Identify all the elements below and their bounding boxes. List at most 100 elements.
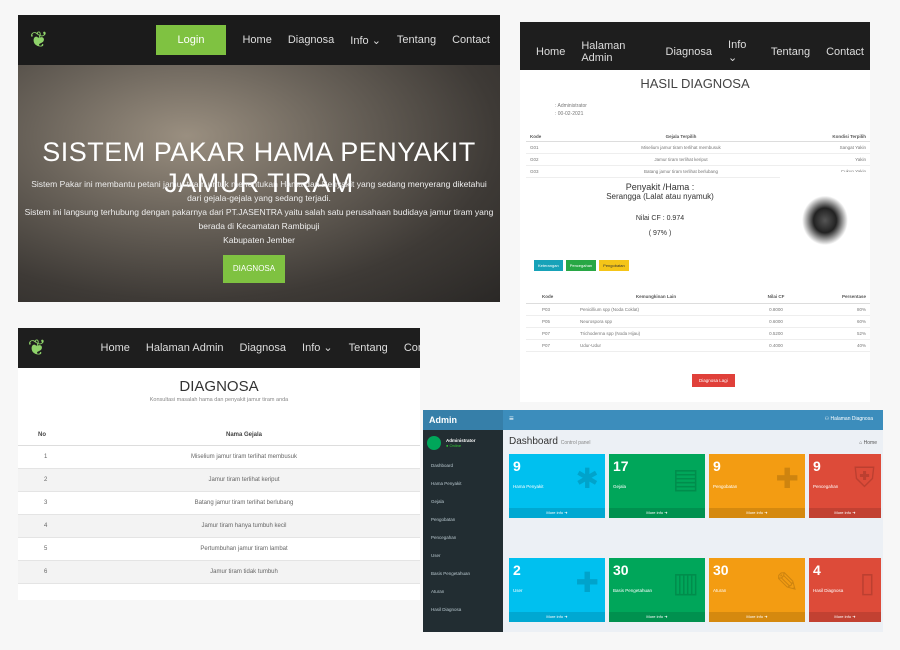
diagnosa-nav-links: Home Halaman Admin Diagnosa Info ⌄ Tenta…: [85, 341, 420, 355]
result-title: HASIL DIAGNOSA: [640, 76, 750, 91]
more-info-link[interactable]: More info ➜: [609, 508, 705, 518]
more-info-link[interactable]: More info ➜: [509, 508, 605, 518]
diagnosa-button[interactable]: DIAGNOSA: [223, 255, 285, 283]
landing-navbar: ❦ Login Home Diagnosa Info ⌄ Tentang Con…: [18, 15, 500, 65]
sidebar-item-basis-pengetahuan[interactable]: Basis Pengetahuan: [423, 564, 503, 582]
diagnosa-panel: ❦ Home Halaman Admin Diagnosa Info ⌄ Ten…: [18, 328, 420, 600]
nav-admin[interactable]: Halaman Admin: [581, 40, 649, 64]
hero-line-3: Kabupaten Jember: [223, 235, 295, 245]
col-kode: Kode: [530, 134, 542, 139]
nav-diagnosa[interactable]: Diagnosa: [666, 46, 712, 58]
box-count: 30: [713, 562, 729, 578]
nav-home[interactable]: Home: [536, 46, 565, 58]
leaf-logo-icon: ❦: [29, 27, 49, 52]
result-meta: : Administrator : 00-02-2021: [555, 102, 587, 118]
more-info-link[interactable]: More info ➜: [609, 612, 705, 622]
box-icon: ⛨: [853, 462, 875, 493]
sidebar-item-hasil-diagnosa[interactable]: Hasil Diagnosa: [423, 600, 503, 618]
login-button[interactable]: Login: [155, 25, 227, 55]
admin-sidebar: Administrator ● Online Dashboard Hama Pe…: [423, 430, 503, 632]
tab-pencegahan[interactable]: Pencegahan: [565, 260, 597, 271]
table-row[interactable]: 4 Jamur tiram hanya tumbuh kecil: [18, 515, 420, 538]
more-info-link[interactable]: More info ➜: [509, 612, 605, 622]
hero-line-2: Sistem ini langsung terhubung dengan pak…: [24, 207, 494, 231]
online-status: ● Online: [446, 443, 462, 448]
sidebar-item-gejala[interactable]: Gejala: [423, 492, 503, 510]
sidebar-item-pengobatan[interactable]: Pengobatan: [423, 510, 503, 528]
box-icon: ▤: [672, 463, 699, 494]
nav-home[interactable]: Home: [242, 34, 271, 46]
sidebar-item-pencegahan[interactable]: Pencegahan: [423, 528, 503, 546]
dashboard-title: Dashboard: [509, 436, 558, 447]
diagnosa-lagi-button[interactable]: Diagnosa Lagi: [692, 374, 735, 387]
sidebar-item-hama-penyakit[interactable]: Hama Penyakit: [423, 474, 503, 492]
result-value: Serangga (Lalat atau nyamuk): [606, 192, 714, 201]
info-box: 9 Pengobatan ✚ More info ➜: [709, 454, 805, 518]
table-row[interactable]: 3 Batang jamur tiram terlihat berlubang: [18, 492, 420, 515]
info-box: 17 Gejala ▤ More info ➜: [609, 454, 705, 518]
nav-info[interactable]: Info ⌄: [302, 341, 333, 354]
table-row[interactable]: 6 Jamur tiram tidak tumbuh: [18, 561, 420, 584]
symptom-list-table: No Nama Gejala 1 Miselium jamur tiram terl…: [18, 424, 420, 584]
nav-info[interactable]: Info ⌄: [728, 39, 755, 64]
table-row[interactable]: 5 Pertumbuhan jamur tiram lambat: [18, 538, 420, 561]
nav-tentang[interactable]: Tentang: [349, 342, 388, 354]
box-label: Gejala: [613, 484, 627, 489]
box-icon: ▥: [672, 567, 699, 598]
admin-dashboard-panel: ≡ ⚇ Halaman Diagnosa Admin JASENTRA Admi…: [423, 410, 883, 632]
table-header: No Nama Gejala: [18, 424, 420, 446]
nav-diagnosa[interactable]: Diagnosa: [288, 34, 334, 46]
box-count: 9: [813, 458, 821, 474]
more-info-link[interactable]: More info ➜: [709, 508, 805, 518]
box-icon: ✚: [575, 567, 599, 598]
halaman-diagnosa-link[interactable]: ⚇ Halaman Diagnosa: [825, 416, 873, 422]
info-box: 2 User ✚ More info ➜: [509, 558, 605, 622]
diagnosa-navbar: ❦ Home Halaman Admin Diagnosa Info ⌄ Ten…: [18, 328, 420, 368]
diagnosa-subtitle: Konsultasi masalah hama dan penyakit jam…: [149, 397, 289, 403]
table-row[interactable]: 2 Jamur tiram terlihat keriput: [18, 469, 420, 492]
table-header: Kode Kemungkinan Lain Nilai CF Persentas…: [526, 290, 870, 304]
box-label: Hasil Diagnosa: [813, 588, 844, 593]
tab-pengobatan[interactable]: Pengobatan: [599, 260, 629, 271]
avatar: [427, 436, 441, 450]
more-info-link[interactable]: More info ➜: [709, 612, 805, 622]
col-kondisi: Kondisi Terpilih: [832, 134, 866, 139]
result-date: : 00-02-2021: [555, 111, 584, 117]
nav-info[interactable]: Info ⌄: [350, 34, 381, 47]
nav-tentang[interactable]: Tentang: [771, 46, 810, 58]
result-panel: Home Halaman Admin Diagnosa Info ⌄ Tenta…: [520, 22, 870, 402]
result-label: Penyakit /Hama :: [625, 182, 695, 192]
nav-tentang[interactable]: Tentang: [397, 34, 436, 46]
box-count: 30: [613, 562, 629, 578]
nav-contact[interactable]: Contact: [826, 46, 864, 58]
breadcrumb-home[interactable]: ⌂ Home: [859, 440, 877, 446]
sidebar-item-dashboard[interactable]: Dashboard: [423, 456, 503, 474]
tab-keterangan[interactable]: Keterangan: [534, 260, 563, 271]
box-icon: ✱: [575, 463, 599, 494]
result-nav-links: Home Halaman Admin Diagnosa Info ⌄ Tenta…: [520, 39, 864, 64]
hero-banner: SISTEM PAKAR HAMA PENYAKIT JAMUR TIRAM S…: [18, 65, 500, 302]
table-row[interactable]: 1 Miselium jamur tiram terlihat membusuk: [18, 446, 420, 469]
box-icon: ✎: [775, 567, 799, 598]
sidebar-item-user[interactable]: User: [423, 546, 503, 564]
hero-description: Sistem Pakar ini membantu petani jamur t…: [24, 177, 494, 247]
info-box: 9 Hama Penyakit ✱ More info ➜: [509, 454, 605, 518]
nav-admin[interactable]: Halaman Admin: [146, 342, 224, 354]
table-row: P07 Trichoderma spp (Noda Hijau) 0.5200 52%: [526, 328, 870, 340]
menu-toggle-icon[interactable]: ≡: [509, 414, 514, 423]
more-info-link[interactable]: More info ➜: [809, 612, 881, 622]
nav-home[interactable]: Home: [101, 342, 130, 354]
info-box: 9 Pencegahan ⛨ More info ➜: [809, 454, 881, 518]
box-label: Hama Penyakit: [513, 484, 544, 489]
nav-contact[interactable]: Contact: [452, 34, 490, 46]
admin-brand[interactable]: Admin JASENTRA: [423, 410, 503, 445]
box-icon: ✚: [775, 463, 799, 494]
more-info-link[interactable]: More info ➜: [809, 508, 881, 518]
info-box: 4 Hasil Diagnosa ▯ More info ➜: [809, 558, 881, 622]
nav-contact[interactable]: Con: [404, 342, 420, 354]
col-gejala: Gejala Terpilih: [665, 134, 697, 139]
sidebar-item-aturan[interactable]: Aturan: [423, 582, 503, 600]
table-row: P03 Penicillium spp (Noda Coklat) 0.8000 80…: [526, 304, 870, 316]
nav-diagnosa[interactable]: Diagnosa: [240, 342, 286, 354]
alternative-table: Kode Kemungkinan Lain Nilai CF Persentas…: [526, 290, 870, 352]
